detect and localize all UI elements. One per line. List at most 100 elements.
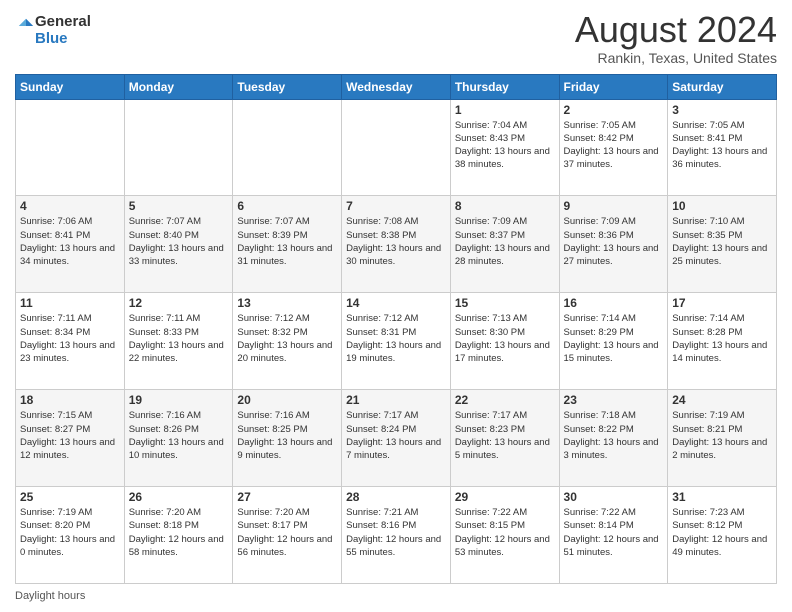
day-info: Sunrise: 7:11 AM Sunset: 8:34 PM Dayligh… [20, 312, 120, 365]
month-title: August 2024 [575, 10, 777, 50]
day-number: 1 [455, 103, 555, 117]
col-sunday: Sunday [16, 74, 125, 99]
day-info: Sunrise: 7:22 AM Sunset: 8:14 PM Dayligh… [564, 506, 664, 559]
day-info: Sunrise: 7:22 AM Sunset: 8:15 PM Dayligh… [455, 506, 555, 559]
day-info: Sunrise: 7:08 AM Sunset: 8:38 PM Dayligh… [346, 215, 446, 268]
table-row: 13Sunrise: 7:12 AM Sunset: 8:32 PM Dayli… [233, 293, 342, 390]
logo-icon [17, 17, 35, 35]
day-number: 20 [237, 393, 337, 407]
table-row [16, 99, 125, 196]
table-row [124, 99, 233, 196]
table-row [342, 99, 451, 196]
table-row: 8 Sunrise: 7:09 AM Sunset: 8:37 PM Daylig… [450, 196, 559, 293]
table-row: 31 Sunrise: 7:23 AM Sunset: 8:12 PM Dayli… [668, 487, 777, 584]
col-thursday: Thursday [450, 74, 559, 99]
day-number: 8 [455, 199, 555, 213]
day-info: Sunrise: 7:06 AM Sunset: 8:41 PM Dayligh… [20, 215, 120, 268]
table-row: 3 Sunrise: 7:05 AM Sunset: 8:41 PM Daylig… [668, 99, 777, 196]
day-number: 29 [455, 490, 555, 504]
day-number: 16 [564, 296, 664, 310]
page: General Blue August 2024 Rankin, Texas, … [0, 0, 792, 612]
day-info: Sunrise: 7:17 AM Sunset: 8:23 PM Dayligh… [455, 409, 555, 462]
day-number: 7 [346, 199, 446, 213]
table-row: 20Sunrise: 7:16 AM Sunset: 8:25 PM Dayli… [233, 390, 342, 487]
day-info: Sunrise: 7:14 AM Sunset: 8:29 PM Dayligh… [564, 312, 664, 365]
table-row: 14Sunrise: 7:12 AM Sunset: 8:31 PM Dayli… [342, 293, 451, 390]
day-info: Sunrise: 7:23 AM Sunset: 8:12 PM Dayligh… [672, 506, 772, 559]
day-number: 30 [564, 490, 664, 504]
calendar-week-3: 11 Sunrise: 7:11 AM Sunset: 8:34 PM Dayli… [16, 293, 777, 390]
day-info: Sunrise: 7:10 AM Sunset: 8:35 PM Dayligh… [672, 215, 772, 268]
logo-text: General Blue [35, 14, 91, 47]
table-row: 2Sunrise: 7:05 AM Sunset: 8:42 PM Daylig… [559, 99, 668, 196]
table-row: 12 Sunrise: 7:11 AM Sunset: 8:33 PM Dayli… [124, 293, 233, 390]
footer: Daylight hours [15, 590, 777, 602]
col-wednesday: Wednesday [342, 74, 451, 99]
calendar-week-4: 18Sunrise: 7:15 AM Sunset: 8:27 PM Dayli… [16, 390, 777, 487]
day-info: Sunrise: 7:18 AM Sunset: 8:22 PM Dayligh… [564, 409, 664, 462]
day-number: 14 [346, 296, 446, 310]
table-row [233, 99, 342, 196]
day-number: 31 [672, 490, 772, 504]
day-info: Sunrise: 7:05 AM Sunset: 8:41 PM Dayligh… [672, 119, 772, 172]
table-row: 24 Sunrise: 7:19 AM Sunset: 8:21 PM Dayli… [668, 390, 777, 487]
table-row: 29 Sunrise: 7:22 AM Sunset: 8:15 PM Dayli… [450, 487, 559, 584]
day-number: 27 [237, 490, 337, 504]
table-row: 4 Sunrise: 7:06 AM Sunset: 8:41 PM Daylig… [16, 196, 125, 293]
daylight-label: Daylight hours [15, 590, 85, 602]
day-number: 23 [564, 393, 664, 407]
day-number: 21 [346, 393, 446, 407]
table-row: 21 Sunrise: 7:17 AM Sunset: 8:24 PM Dayli… [342, 390, 451, 487]
day-number: 12 [129, 296, 229, 310]
day-info: Sunrise: 7:19 AM Sunset: 8:21 PM Dayligh… [672, 409, 772, 462]
day-number: 22 [455, 393, 555, 407]
table-row: 26 Sunrise: 7:20 AM Sunset: 8:18 PM Dayli… [124, 487, 233, 584]
logo: General Blue [15, 14, 91, 47]
day-info: Sunrise: 7:13 AM Sunset: 8:30 PM Dayligh… [455, 312, 555, 365]
day-number: 3 [672, 103, 772, 117]
table-row: 30 Sunrise: 7:22 AM Sunset: 8:14 PM Dayli… [559, 487, 668, 584]
day-info: Sunrise: 7:09 AM Sunset: 8:37 PM Dayligh… [455, 215, 555, 268]
day-info: Sunrise: 7:19 AM Sunset: 8:20 PM Dayligh… [20, 506, 120, 559]
table-row: 19Sunrise: 7:16 AM Sunset: 8:26 PM Dayli… [124, 390, 233, 487]
table-row: 18Sunrise: 7:15 AM Sunset: 8:27 PM Dayli… [16, 390, 125, 487]
day-number: 15 [455, 296, 555, 310]
day-number: 13 [237, 296, 337, 310]
day-number: 11 [20, 296, 120, 310]
col-monday: Monday [124, 74, 233, 99]
table-row: 10Sunrise: 7:10 AM Sunset: 8:35 PM Dayli… [668, 196, 777, 293]
table-row: 9Sunrise: 7:09 AM Sunset: 8:36 PM Daylig… [559, 196, 668, 293]
col-friday: Friday [559, 74, 668, 99]
table-row: 16 Sunrise: 7:14 AM Sunset: 8:29 PM Dayli… [559, 293, 668, 390]
day-number: 4 [20, 199, 120, 213]
col-tuesday: Tuesday [233, 74, 342, 99]
table-row: 15 Sunrise: 7:13 AM Sunset: 8:30 PM Dayli… [450, 293, 559, 390]
day-number: 28 [346, 490, 446, 504]
day-info: Sunrise: 7:11 AM Sunset: 8:33 PM Dayligh… [129, 312, 229, 365]
table-row: 25 Sunrise: 7:19 AM Sunset: 8:20 PM Dayli… [16, 487, 125, 584]
calendar-table: Sunday Monday Tuesday Wednesday Thursday… [15, 74, 777, 584]
day-number: 2 [564, 103, 664, 117]
day-info: Sunrise: 7:07 AM Sunset: 8:40 PM Dayligh… [129, 215, 229, 268]
table-row: 17Sunrise: 7:14 AM Sunset: 8:28 PM Dayli… [668, 293, 777, 390]
day-info: Sunrise: 7:17 AM Sunset: 8:24 PM Dayligh… [346, 409, 446, 462]
header: General Blue August 2024 Rankin, Texas, … [15, 10, 777, 66]
day-info: Sunrise: 7:09 AM Sunset: 8:36 PM Dayligh… [564, 215, 664, 268]
table-row: 23 Sunrise: 7:18 AM Sunset: 8:22 PM Dayli… [559, 390, 668, 487]
logo-blue: Blue [35, 31, 91, 48]
day-info: Sunrise: 7:16 AM Sunset: 8:26 PM Dayligh… [129, 409, 229, 462]
location: Rankin, Texas, United States [575, 50, 777, 66]
day-info: Sunrise: 7:20 AM Sunset: 8:17 PM Dayligh… [237, 506, 337, 559]
day-number: 17 [672, 296, 772, 310]
day-number: 26 [129, 490, 229, 504]
day-info: Sunrise: 7:15 AM Sunset: 8:27 PM Dayligh… [20, 409, 120, 462]
day-number: 24 [672, 393, 772, 407]
table-row: 1 Sunrise: 7:04 AM Sunset: 8:43 PM Daylig… [450, 99, 559, 196]
day-info: Sunrise: 7:04 AM Sunset: 8:43 PM Dayligh… [455, 119, 555, 172]
calendar-week-1: 1 Sunrise: 7:04 AM Sunset: 8:43 PM Daylig… [16, 99, 777, 196]
table-row: 5Sunrise: 7:07 AM Sunset: 8:40 PM Daylig… [124, 196, 233, 293]
day-number: 25 [20, 490, 120, 504]
day-info: Sunrise: 7:20 AM Sunset: 8:18 PM Dayligh… [129, 506, 229, 559]
logo-general: General [35, 14, 91, 31]
calendar-header-row: Sunday Monday Tuesday Wednesday Thursday… [16, 74, 777, 99]
